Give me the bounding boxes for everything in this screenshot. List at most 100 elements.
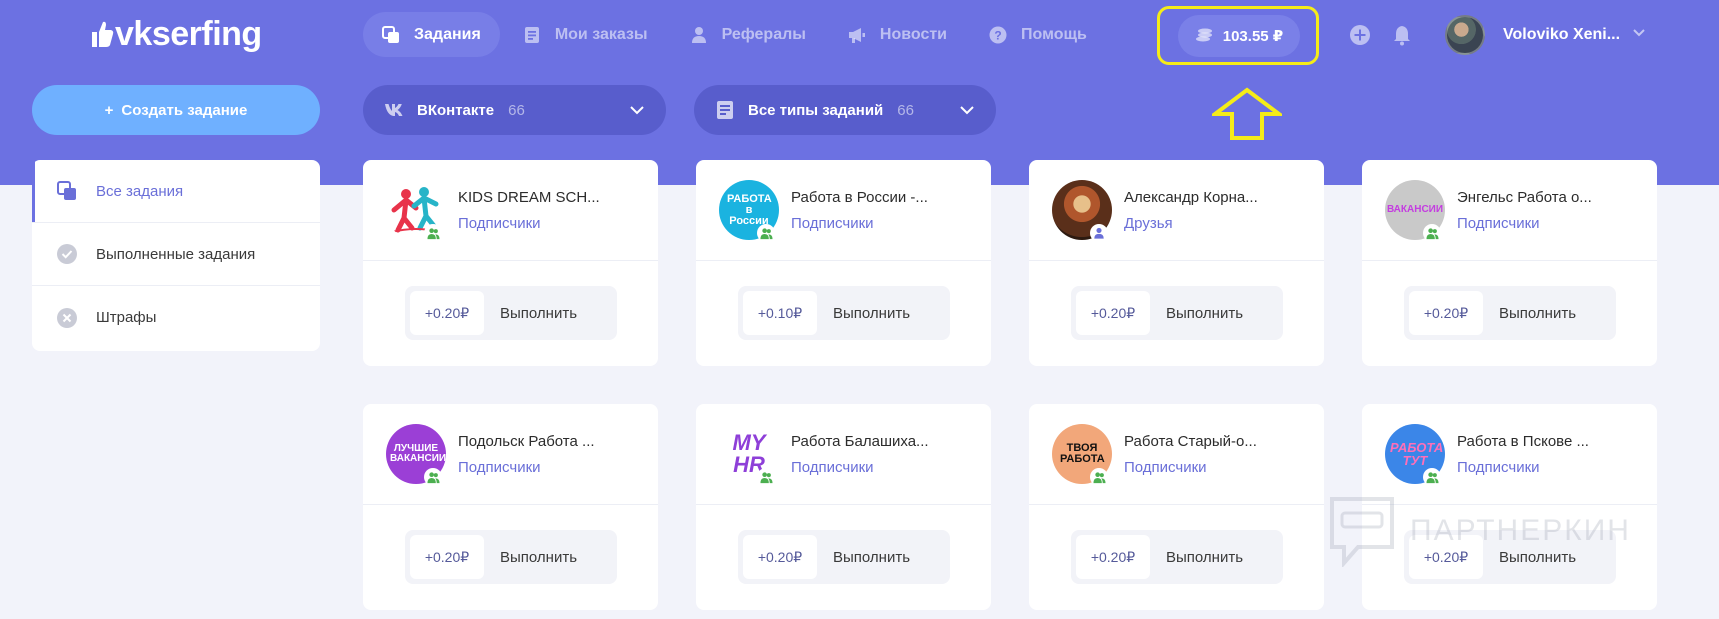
document-icon <box>716 100 736 120</box>
group-icon <box>1423 224 1441 242</box>
plus-icon: + <box>104 101 114 119</box>
task-reward: +0.20₽ <box>1076 535 1150 579</box>
task-reward: +0.20₽ <box>410 291 484 335</box>
group-icon <box>1090 468 1108 486</box>
network-filter-dropdown[interactable]: ВКонтакте 66 <box>363 85 666 135</box>
network-filter-label: ВКонтакте <box>417 101 495 119</box>
task-type-filter-label: Все типы заданий <box>748 101 884 119</box>
nav-item-label: Помощь <box>1021 25 1087 43</box>
task-type: Подписчики <box>1457 459 1540 476</box>
execute-task-button[interactable]: +0.20₽ Выполнить <box>738 530 950 584</box>
group-icon <box>757 468 775 486</box>
chevron-down-icon[interactable] <box>1632 26 1646 40</box>
sidebar-item-completed[interactable]: Выполненные задания <box>32 223 320 286</box>
arrow-up-annotation-icon <box>1212 87 1282 140</box>
avatar-text: РАБОТА ТУТ <box>1390 440 1444 468</box>
user-name[interactable]: Voloviko Xeni... <box>1503 26 1620 44</box>
watermark-text: ПАРТНЕРКИН <box>1410 514 1631 547</box>
task-type: Подписчики <box>791 459 874 476</box>
execute-label: Выполнить <box>500 548 578 566</box>
chevron-down-icon <box>630 106 644 115</box>
avatar-text: РАБОТА в России <box>727 192 772 227</box>
create-task-button[interactable]: + Создать задание <box>32 85 320 135</box>
help-icon: ? <box>989 26 1007 44</box>
avatar-text: ВАКАНСИИ <box>1386 204 1444 215</box>
document-icon <box>523 26 541 44</box>
task-name[interactable]: Работа Старый-о... <box>1124 433 1257 450</box>
execute-task-button[interactable]: +0.10₽ Выполнить <box>738 286 950 340</box>
execute-task-button[interactable]: +0.20₽ Выполнить <box>1404 286 1616 340</box>
task-card: MY HR Работа Балашиха... Подписчики +0.2… <box>696 404 991 610</box>
partnerkin-watermark: ПАРТНЕРКИН <box>1328 495 1631 567</box>
task-name[interactable]: Работа в Пскове ... <box>1457 433 1589 450</box>
create-task-label: Создать задание <box>121 101 248 119</box>
task-card: KIDS DREAM SCH... Подписчики +0.20₽ Выпо… <box>363 160 658 366</box>
add-circle-icon[interactable] <box>1349 24 1371 46</box>
execute-label: Выполнить <box>1166 304 1244 322</box>
task-type: Подписчики <box>458 459 541 476</box>
person-icon <box>1090 224 1108 242</box>
execute-task-button[interactable]: +0.20₽ Выполнить <box>1071 286 1283 340</box>
task-name[interactable]: Энгельс Работа о... <box>1457 189 1592 206</box>
chevron-down-icon <box>960 106 974 115</box>
task-type: Подписчики <box>1124 459 1207 476</box>
group-icon <box>424 224 442 242</box>
task-reward: +0.20₽ <box>743 535 817 579</box>
task-card: РАБОТА в России Работа в России -... Под… <box>696 160 991 366</box>
task-type: Подписчики <box>791 215 874 232</box>
execute-label: Выполнить <box>833 548 911 566</box>
bell-icon[interactable] <box>1391 24 1413 46</box>
balance-amount: 103.55 ₽ <box>1222 28 1284 45</box>
task-card: Александр Корна... Друзья +0.20₽ Выполни… <box>1029 160 1324 366</box>
task-card: ТВОЯ РАБОТА Работа Старый-о... Подписчик… <box>1029 404 1324 610</box>
vk-icon <box>385 100 405 120</box>
nav-item-label: Мои заказы <box>554 25 648 43</box>
check-circle-icon <box>57 244 77 264</box>
nav-item-label: Задания <box>414 25 481 43</box>
partnerkin-logo-icon <box>1330 497 1394 567</box>
execute-task-button[interactable]: +0.20₽ Выполнить <box>1071 530 1283 584</box>
coins-icon <box>1195 28 1212 42</box>
network-filter-count: 66 <box>508 101 525 119</box>
task-type: Подписчики <box>1457 215 1540 232</box>
task-name[interactable]: Работа Балашиха... <box>791 433 929 450</box>
task-name[interactable]: Александр Корна... <box>1124 189 1258 206</box>
sidebar-item-label: Штрафы <box>96 309 157 326</box>
task-name[interactable]: Подольск Работа ... <box>458 433 595 450</box>
user-avatar[interactable] <box>1445 15 1485 55</box>
balance-button[interactable]: 103.55 ₽ <box>1178 15 1300 57</box>
task-reward: +0.20₽ <box>1076 291 1150 335</box>
task-reward: +0.10₽ <box>743 291 817 335</box>
nav-item-tasks[interactable]: Задания <box>363 12 500 57</box>
execute-task-button[interactable]: +0.20₽ Выполнить <box>405 530 617 584</box>
execute-label: Выполнить <box>1166 548 1244 566</box>
group-icon <box>1423 468 1441 486</box>
sidebar-item-penalties[interactable]: Штрафы <box>32 286 320 349</box>
task-name[interactable]: KIDS DREAM SCH... <box>458 189 600 206</box>
logo-text: vkserfing <box>115 14 262 53</box>
thumbs-up-icon <box>92 21 114 47</box>
task-sidebar: Все задания Выполненные задания Штрафы <box>32 160 320 351</box>
execute-label: Выполнить <box>1499 304 1577 322</box>
task-name[interactable]: Работа в России -... <box>791 189 928 206</box>
sidebar-item-all-tasks[interactable]: Все задания <box>32 160 320 223</box>
copy-icon <box>57 181 77 201</box>
nav-item-news[interactable]: Новости <box>829 12 966 57</box>
x-circle-icon <box>57 307 77 328</box>
task-type-filter-dropdown[interactable]: Все типы заданий 66 <box>694 85 996 135</box>
execute-task-button[interactable]: +0.20₽ Выполнить <box>405 286 617 340</box>
task-type-filter-count: 66 <box>897 101 914 119</box>
nav-item-label: Рефералы <box>721 25 806 43</box>
nav-item-my-orders[interactable]: Мои заказы <box>504 12 667 57</box>
task-type: Подписчики <box>458 215 541 232</box>
task-card: ВАКАНСИИ Энгельс Работа о... Подписчики … <box>1362 160 1657 366</box>
sidebar-item-label: Выполненные задания <box>96 245 256 263</box>
sidebar-item-label: Все задания <box>96 182 184 200</box>
execute-label: Выполнить <box>500 304 578 322</box>
task-reward: +0.20₽ <box>410 535 484 579</box>
svg-text:?: ? <box>994 28 1001 42</box>
vkserfing-logo[interactable]: vkserfing <box>88 13 262 55</box>
avatar-text: ЛУЧШИЕ ВАКАНСИИ <box>390 443 446 464</box>
nav-item-help[interactable]: ? Помощь <box>970 12 1106 57</box>
nav-item-referrals[interactable]: Рефералы <box>671 12 825 57</box>
